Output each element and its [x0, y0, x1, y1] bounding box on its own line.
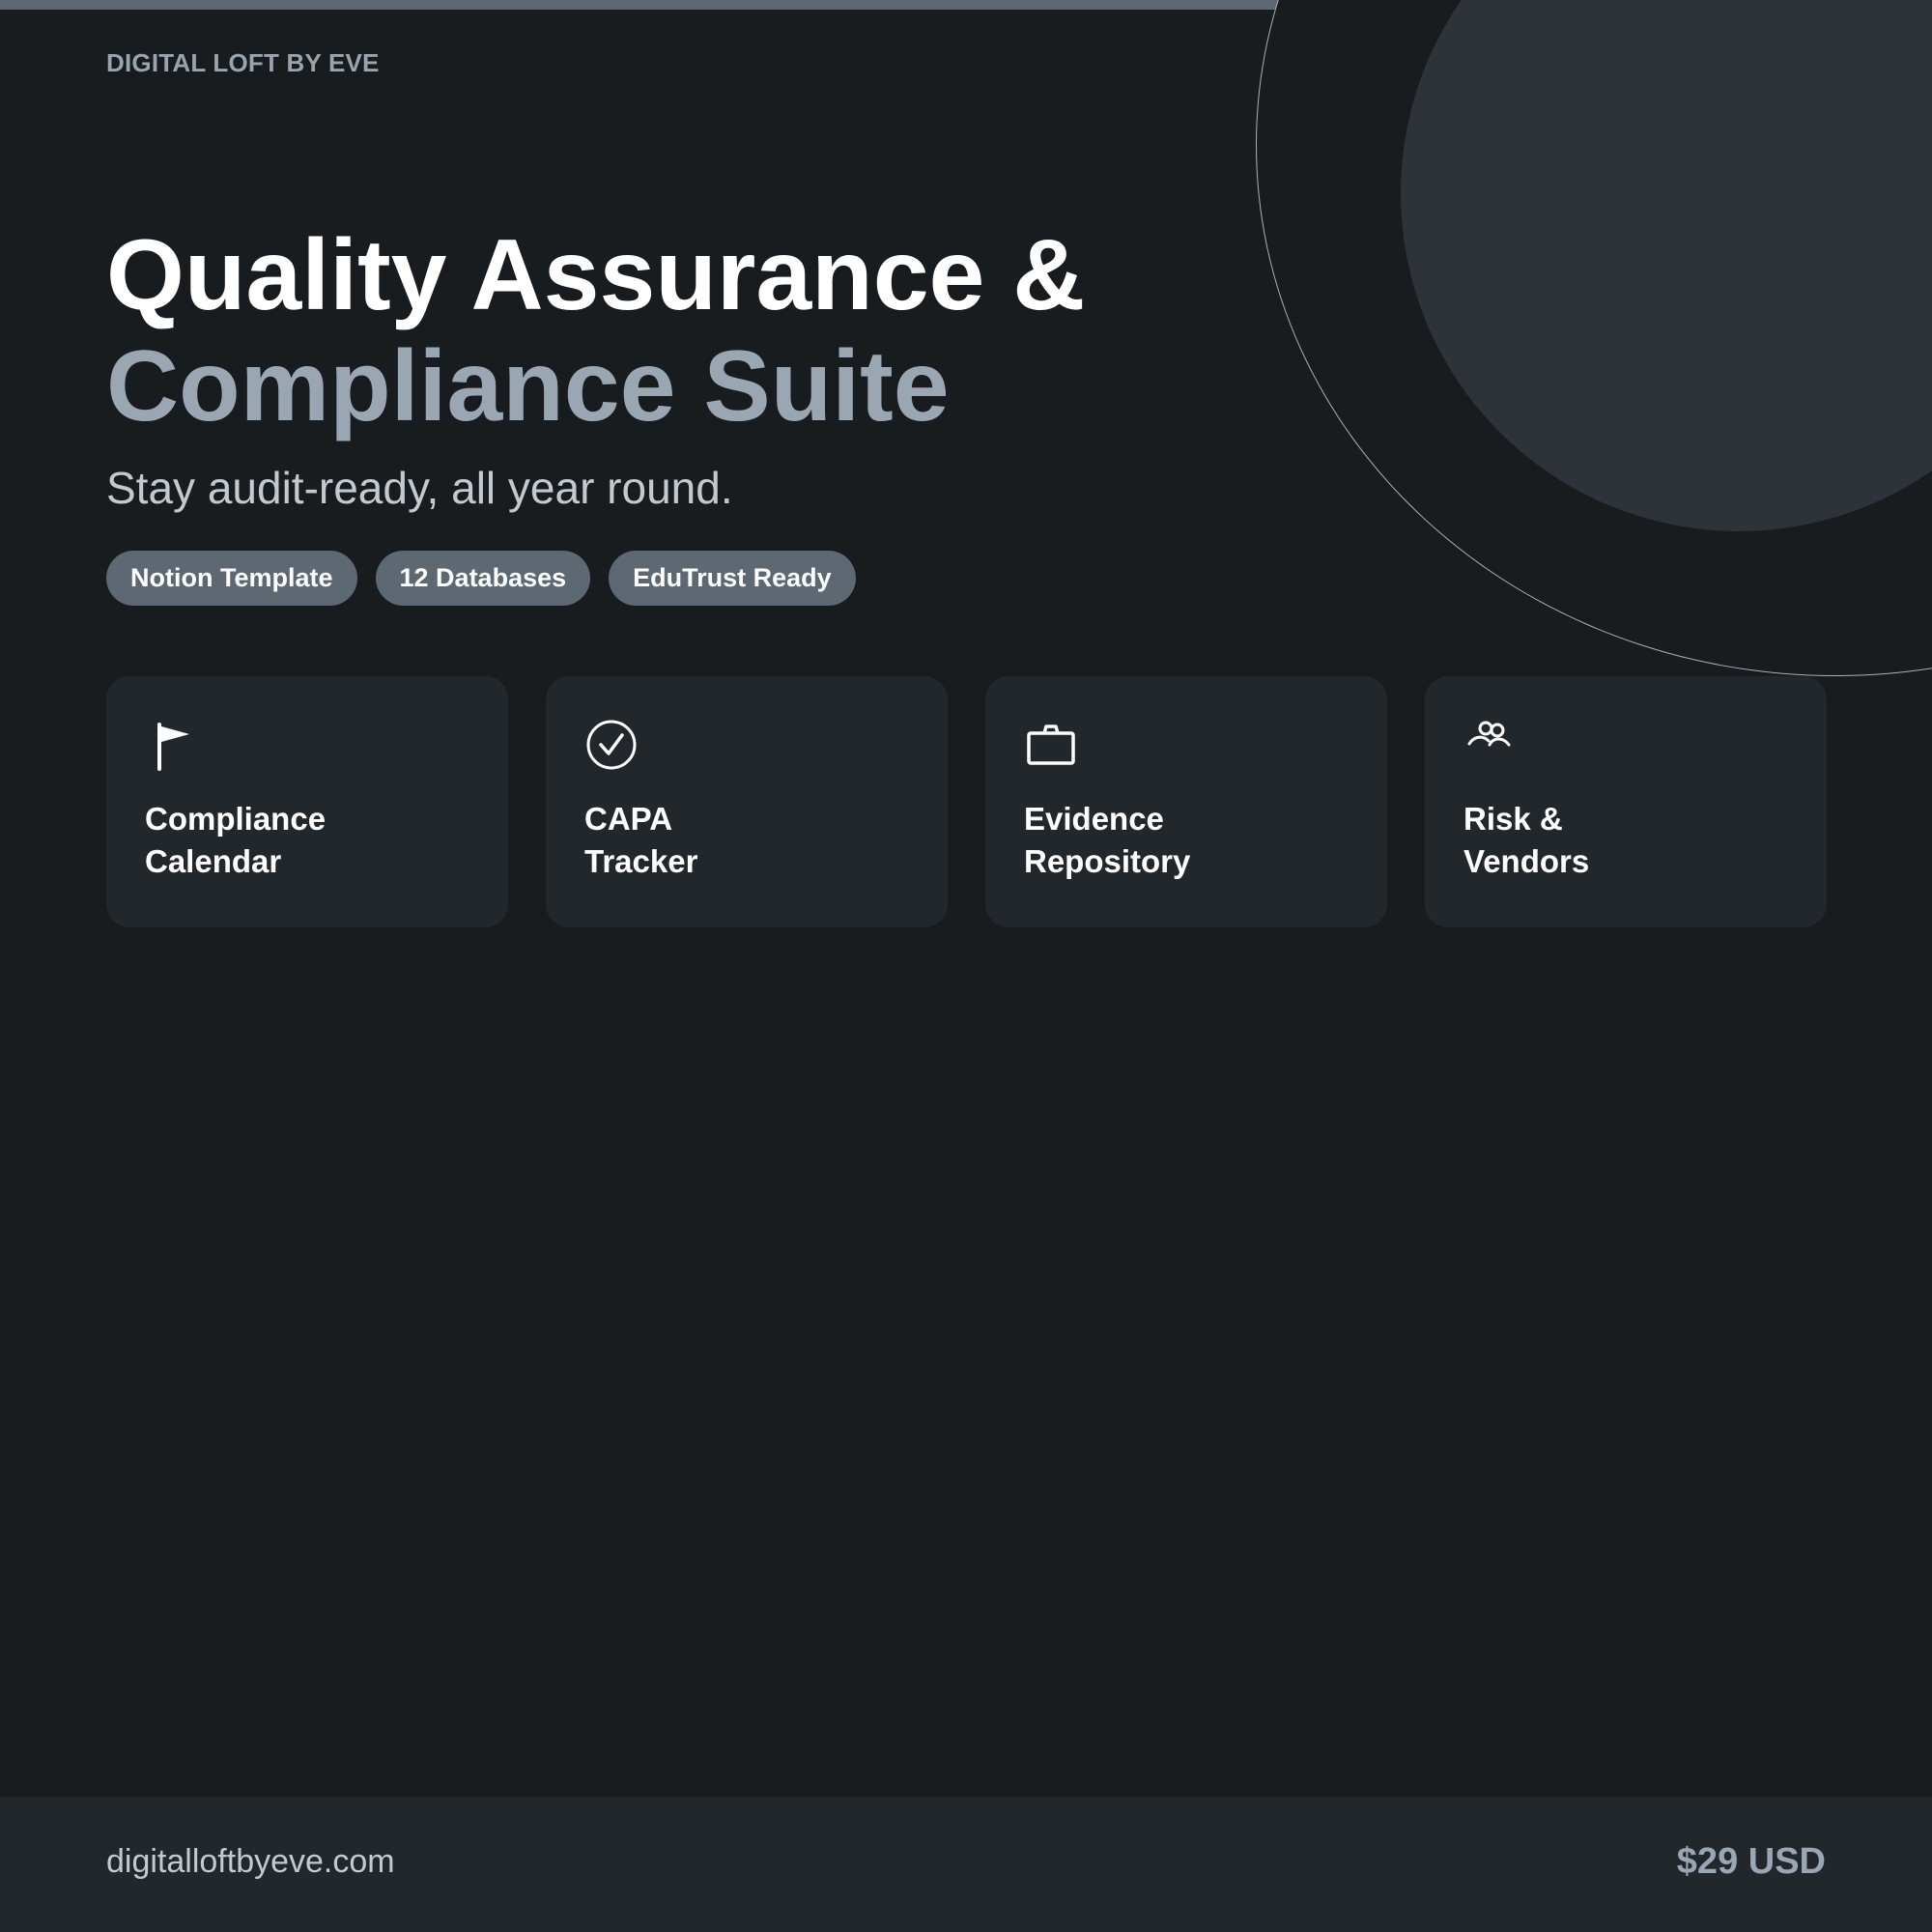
tag-databases: 12 Databases: [375, 551, 591, 606]
footer: digitalloftbyeve.com $29 USD: [0, 1797, 1932, 1932]
briefcase-icon: [1027, 724, 1075, 765]
brand-name: DIGITAL LOFT BY EVE: [106, 48, 380, 77]
tag-edutrust-ready: EduTrust Ready: [609, 551, 856, 606]
feature-card-label-line-2: Tracker: [584, 843, 698, 879]
feature-card-label-line-1: Risk &: [1463, 801, 1563, 837]
feature-card-label-line-1: Evidence: [1024, 801, 1164, 837]
feature-card-compliance-calendar: Compliance Calendar: [106, 676, 508, 927]
feature-card-label-line-2: Vendors: [1463, 843, 1590, 879]
page-title: Quality Assurance & Compliance Suite: [106, 220, 1085, 442]
feature-card-evidence-repository: Evidence Repository: [985, 676, 1387, 927]
feature-card-label-line-2: Repository: [1024, 843, 1191, 879]
feature-card-risk-vendors: Risk & Vendors: [1425, 676, 1827, 927]
feature-card-label: Evidence Repository: [1024, 798, 1352, 883]
people-icon: [1467, 721, 1511, 747]
title-line-2: Compliance Suite: [106, 330, 950, 442]
feature-card-capa-tracker: CAPA Tracker: [546, 676, 948, 927]
subtitle: Stay audit-ready, all year round.: [106, 463, 733, 513]
title-line-1: Quality Assurance &: [106, 219, 1086, 331]
feature-card-label: CAPA Tracker: [584, 798, 913, 883]
website-link[interactable]: digitalloftbyeve.com: [106, 1843, 395, 1881]
flag-icon: [157, 723, 189, 771]
promo-page: DIGITAL LOFT BY EVE Quality Assurance & …: [0, 0, 1932, 1932]
feature-card-label: Risk & Vendors: [1463, 798, 1792, 883]
feature-cards: Compliance Calendar CAPA Tracker Evidenc…: [106, 676, 1827, 927]
check-circle-icon: [586, 720, 637, 770]
feature-card-label-line-1: CAPA: [584, 801, 673, 837]
feature-card-label-line-2: Calendar: [145, 843, 282, 879]
tag-list: Notion Template 12 Databases EduTrust Re…: [106, 551, 856, 606]
price-label: $29 USD: [1676, 1841, 1826, 1882]
feature-card-label: Compliance Calendar: [145, 798, 473, 883]
feature-card-label-line-1: Compliance: [145, 801, 327, 837]
tag-notion-template: Notion Template: [106, 551, 357, 606]
